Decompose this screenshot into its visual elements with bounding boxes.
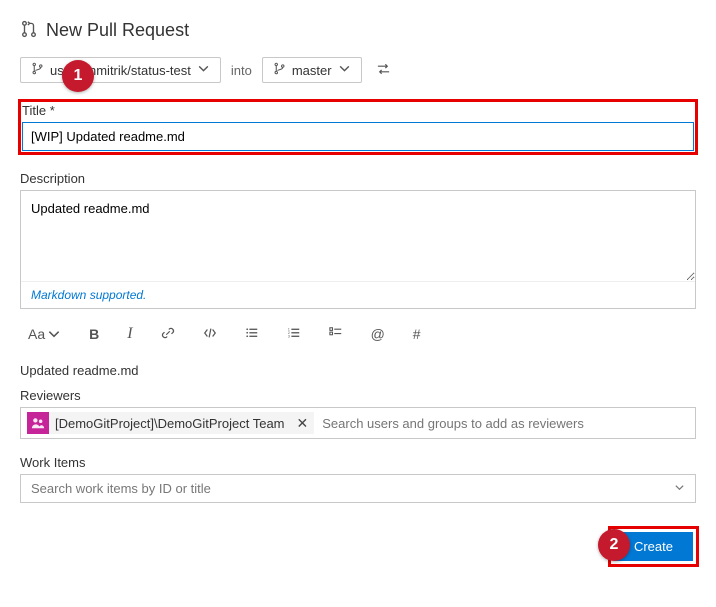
into-label: into	[231, 63, 252, 78]
description-textarea[interactable]	[21, 191, 695, 281]
chevron-down-icon	[674, 481, 685, 496]
text-size-label: Aa	[28, 326, 45, 342]
reviewers-field[interactable]: [DemoGitProject]\DemoGitProject Team ✕	[20, 407, 696, 439]
bullet-list-icon	[245, 326, 259, 343]
link-icon	[161, 326, 175, 343]
bullet-list-button[interactable]	[241, 324, 263, 345]
numbered-list-icon: 123	[287, 326, 301, 343]
remove-reviewer-button[interactable]: ✕	[291, 415, 315, 432]
reviewer-chip-label: [DemoGitProject]\DemoGitProject Team	[53, 416, 287, 431]
code-button[interactable]	[199, 324, 221, 345]
swap-icon	[376, 64, 391, 79]
workitems-label: Work Items	[20, 455, 696, 470]
branch-icon	[273, 62, 286, 78]
swap-branches-button[interactable]	[372, 58, 395, 83]
callout-1: 1	[62, 60, 94, 92]
task-list-button[interactable]	[325, 324, 347, 345]
bold-button[interactable]: B	[85, 324, 103, 344]
reviewer-chip: [DemoGitProject]\DemoGitProject Team ✕	[27, 412, 314, 434]
source-branch-select[interactable]: users/mmitrik/status-test	[20, 57, 221, 83]
reviewers-input[interactable]	[320, 415, 689, 432]
description-preview: Updated readme.md	[20, 363, 696, 378]
pull-request-icon	[20, 20, 38, 41]
mention-button[interactable]: @	[367, 324, 389, 344]
title-label: Title *	[22, 103, 694, 118]
page-title: New Pull Request	[46, 20, 189, 41]
team-avatar-icon	[27, 412, 49, 434]
text-size-button[interactable]: Aa	[24, 324, 65, 344]
hash-button[interactable]: #	[409, 324, 425, 344]
close-icon: ✕	[297, 415, 309, 431]
reviewers-label: Reviewers	[20, 388, 696, 403]
callout-2: 2	[598, 529, 630, 561]
code-icon	[203, 326, 217, 343]
task-list-icon	[329, 326, 343, 343]
target-branch-label: master	[292, 63, 332, 78]
branch-icon	[31, 62, 44, 78]
chevron-down-icon	[197, 62, 210, 78]
italic-button[interactable]: I	[123, 323, 136, 345]
markdown-toolbar: Aa B I 123 @ #	[20, 315, 696, 353]
markdown-hint[interactable]: Markdown supported.	[21, 281, 695, 308]
description-label: Description	[20, 171, 696, 186]
workitems-placeholder: Search work items by ID or title	[31, 481, 211, 496]
chevron-down-icon	[338, 62, 351, 78]
numbered-list-button[interactable]: 123	[283, 324, 305, 345]
target-branch-select[interactable]: master	[262, 57, 362, 83]
title-input[interactable]	[22, 122, 694, 151]
workitems-select[interactable]: Search work items by ID or title	[20, 474, 696, 503]
link-button[interactable]	[157, 324, 179, 345]
svg-text:3: 3	[287, 334, 289, 338]
